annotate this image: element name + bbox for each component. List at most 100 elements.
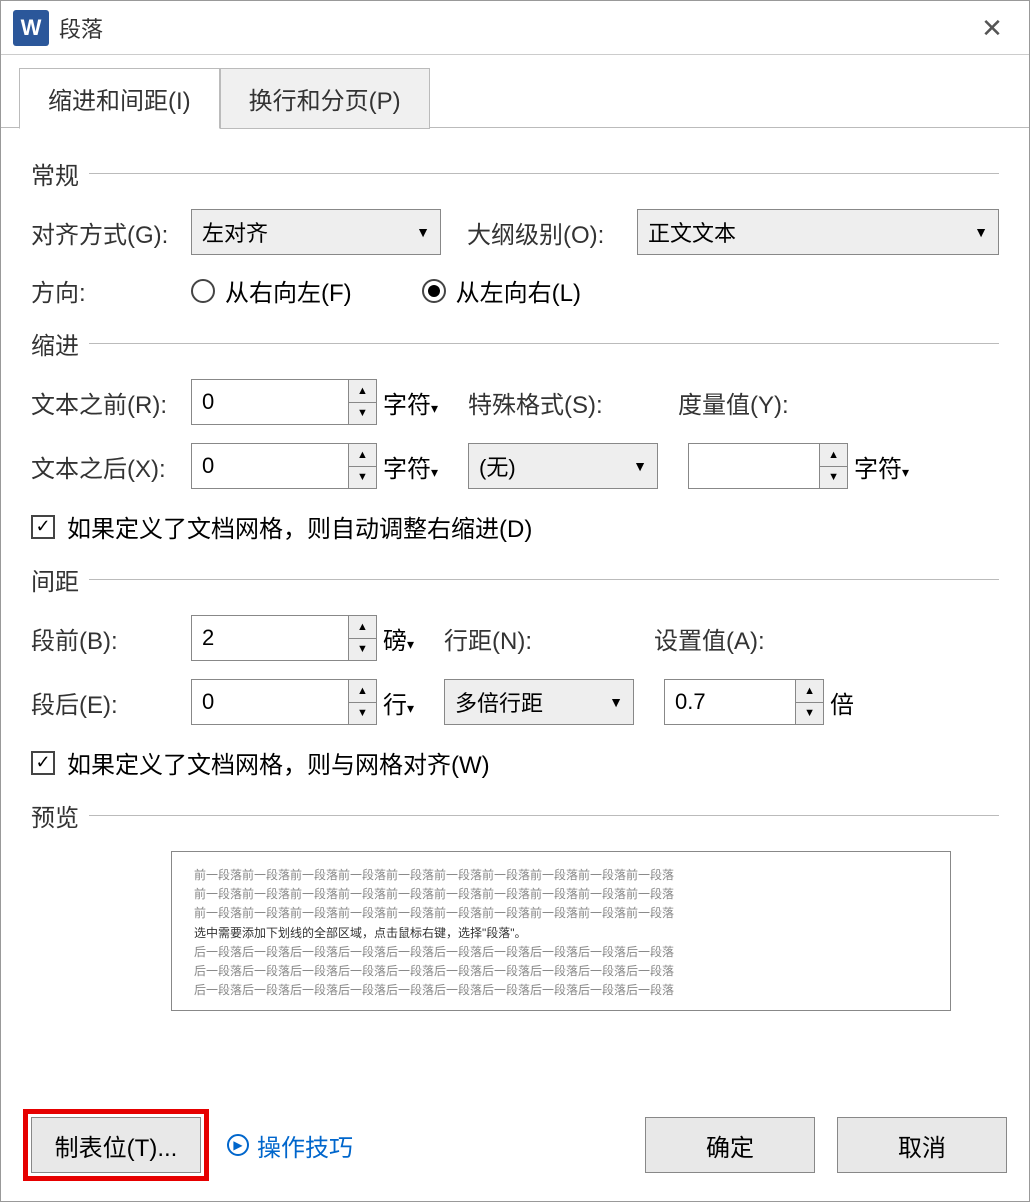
tab-indent-spacing[interactable]: 缩进和间距(I): [19, 68, 220, 129]
indent-before-value: 0: [202, 389, 214, 415]
line-spacing-value: 多倍行距: [455, 686, 543, 718]
indent-before-input[interactable]: 0 ▲▼: [191, 379, 377, 425]
snap-to-grid-label: 如果定义了文档网格，则与网格对齐(W): [67, 745, 490, 780]
group-preview: 预览: [31, 798, 999, 833]
spin-down-icon[interactable]: ▼: [349, 403, 376, 425]
group-indent: 缩进: [31, 326, 999, 361]
rtl-label: 从右向左(F): [225, 273, 352, 308]
spinner-buttons[interactable]: ▲▼: [795, 680, 823, 724]
spinner-buttons[interactable]: ▲▼: [348, 616, 376, 660]
spin-up-icon[interactable]: ▲: [349, 444, 376, 467]
unit-lines-dropdown[interactable]: 行▾: [383, 685, 414, 720]
preview-line: 后一段落后一段落后一段落后一段落后一段落后一段落后一段落后一段落后一段落后一段落: [194, 943, 928, 962]
set-value-input[interactable]: 0.7 ▲▼: [664, 679, 824, 725]
spin-up-icon[interactable]: ▲: [820, 444, 847, 467]
content: 常规 对齐方式(G): 左对齐 ▼ 大纲级别(O): 正文文本 ▼ 方向: 从右…: [1, 127, 1029, 1011]
outline-label: 大纲级别(O):: [467, 215, 637, 250]
space-after-input[interactable]: 0 ▲▼: [191, 679, 377, 725]
preview-title: 预览: [31, 798, 79, 833]
spin-down-icon[interactable]: ▼: [796, 703, 823, 725]
measure-input[interactable]: ▲▼: [688, 443, 848, 489]
play-icon: ▶: [227, 1134, 249, 1156]
titlebar: W 段落 ✕: [1, 1, 1029, 55]
outline-value: 正文文本: [648, 216, 736, 248]
close-button[interactable]: ✕: [973, 9, 1011, 47]
dialog-title: 段落: [59, 12, 103, 44]
cancel-button[interactable]: 取消: [837, 1117, 1007, 1173]
indent-after-value: 0: [202, 453, 214, 479]
preview-line: 后一段落后一段落后一段落后一段落后一段落后一段落后一段落后一段落后一段落后一段落: [194, 981, 928, 1000]
spin-up-icon[interactable]: ▲: [349, 616, 376, 639]
chevron-down-icon: ▼: [974, 224, 988, 240]
indent-after-label: 文本之后(X):: [31, 449, 191, 484]
chevron-down-icon: ▼: [633, 458, 647, 474]
chevron-down-icon: ▼: [416, 224, 430, 240]
ltr-radio[interactable]: 从左向右(L): [422, 273, 581, 308]
preview-sample-text: 选中需要添加下划线的全部区域，点击鼠标右键，选择"段落"。: [194, 924, 928, 943]
radio-icon-selected: [422, 279, 446, 303]
special-format-label: 特殊格式(S):: [468, 385, 638, 420]
paragraph-dialog: W 段落 ✕ 缩进和间距(I) 换行和分页(P) 常规 对齐方式(G): 左对齐…: [0, 0, 1030, 1202]
unit-char-dropdown[interactable]: 字符▾: [383, 385, 438, 420]
spinner-buttons[interactable]: ▲▼: [348, 444, 376, 488]
group-general: 常规: [31, 156, 999, 191]
special-value: (无): [479, 450, 516, 482]
radio-icon: [191, 279, 215, 303]
unit-char-dropdown[interactable]: 字符▾: [854, 449, 909, 484]
checkbox-icon: ✓: [31, 751, 55, 775]
auto-adjust-label: 如果定义了文档网格，则自动调整右缩进(D): [67, 509, 532, 544]
tabs: 缩进和间距(I) 换行和分页(P): [19, 67, 1029, 128]
preview-line: 后一段落后一段落后一段落后一段落后一段落后一段落后一段落后一段落后一段落后一段落: [194, 962, 928, 981]
space-after-label: 段后(E):: [31, 685, 191, 720]
indent-after-input[interactable]: 0 ▲▼: [191, 443, 377, 489]
preview-line: 前一段落前一段落前一段落前一段落前一段落前一段落前一段落前一段落前一段落前一段落: [194, 866, 928, 885]
indent-before-label: 文本之前(R):: [31, 385, 191, 420]
align-value: 左对齐: [202, 216, 268, 248]
space-before-input[interactable]: 2 ▲▼: [191, 615, 377, 661]
align-combo[interactable]: 左对齐 ▼: [191, 209, 441, 255]
group-spacing: 间距: [31, 562, 999, 597]
line-spacing-combo[interactable]: 多倍行距 ▼: [444, 679, 634, 725]
preview-box: 前一段落前一段落前一段落前一段落前一段落前一段落前一段落前一段落前一段落前一段落…: [171, 851, 951, 1011]
space-after-value: 0: [202, 689, 214, 715]
app-icon: W: [13, 10, 49, 46]
spinner-buttons[interactable]: ▲▼: [348, 380, 376, 424]
special-format-combo[interactable]: (无) ▼: [468, 443, 658, 489]
spin-down-icon[interactable]: ▼: [349, 467, 376, 489]
spin-up-icon[interactable]: ▲: [796, 680, 823, 703]
spinner-buttons[interactable]: ▲▼: [348, 680, 376, 724]
spinner-buttons[interactable]: ▲▼: [819, 444, 847, 488]
spin-up-icon[interactable]: ▲: [349, 680, 376, 703]
spin-up-icon[interactable]: ▲: [349, 380, 376, 403]
unit-char-dropdown[interactable]: 字符▾: [383, 449, 438, 484]
align-label: 对齐方式(G):: [31, 215, 191, 250]
highlight-annotation: 制表位(T)...: [23, 1109, 209, 1181]
rtl-radio[interactable]: 从右向左(F): [191, 273, 352, 308]
general-title: 常规: [31, 156, 79, 191]
preview-line: 前一段落前一段落前一段落前一段落前一段落前一段落前一段落前一段落前一段落前一段落: [194, 885, 928, 904]
measure-label: 度量值(Y):: [678, 385, 789, 420]
tips-link[interactable]: ▶ 操作技巧: [227, 1128, 353, 1163]
spacing-title: 间距: [31, 562, 79, 597]
footer: 制表位(T)... ▶ 操作技巧 确定 取消: [1, 1109, 1029, 1181]
spin-down-icon[interactable]: ▼: [820, 467, 847, 489]
unit-multiple: 倍: [830, 685, 854, 720]
tab-line-page-breaks[interactable]: 换行和分页(P): [220, 68, 430, 129]
outline-combo[interactable]: 正文文本 ▼: [637, 209, 999, 255]
auto-adjust-indent-check[interactable]: ✓ 如果定义了文档网格，则自动调整右缩进(D): [31, 509, 999, 544]
space-before-value: 2: [202, 625, 214, 651]
space-before-label: 段前(B):: [31, 621, 191, 656]
ok-button[interactable]: 确定: [645, 1117, 815, 1173]
set-value-value: 0.7: [675, 689, 706, 715]
tabs-button[interactable]: 制表位(T)...: [31, 1117, 201, 1173]
spin-down-icon[interactable]: ▼: [349, 703, 376, 725]
snap-to-grid-check[interactable]: ✓ 如果定义了文档网格，则与网格对齐(W): [31, 745, 999, 780]
spin-down-icon[interactable]: ▼: [349, 639, 376, 661]
unit-points-dropdown[interactable]: 磅▾: [383, 621, 414, 656]
ltr-label: 从左向右(L): [456, 273, 581, 308]
line-spacing-label: 行距(N):: [444, 621, 614, 656]
preview-line: 前一段落前一段落前一段落前一段落前一段落前一段落前一段落前一段落前一段落前一段落: [194, 904, 928, 923]
set-value-label: 设置值(A):: [654, 621, 765, 656]
direction-label: 方向:: [31, 273, 191, 308]
indent-title: 缩进: [31, 326, 79, 361]
